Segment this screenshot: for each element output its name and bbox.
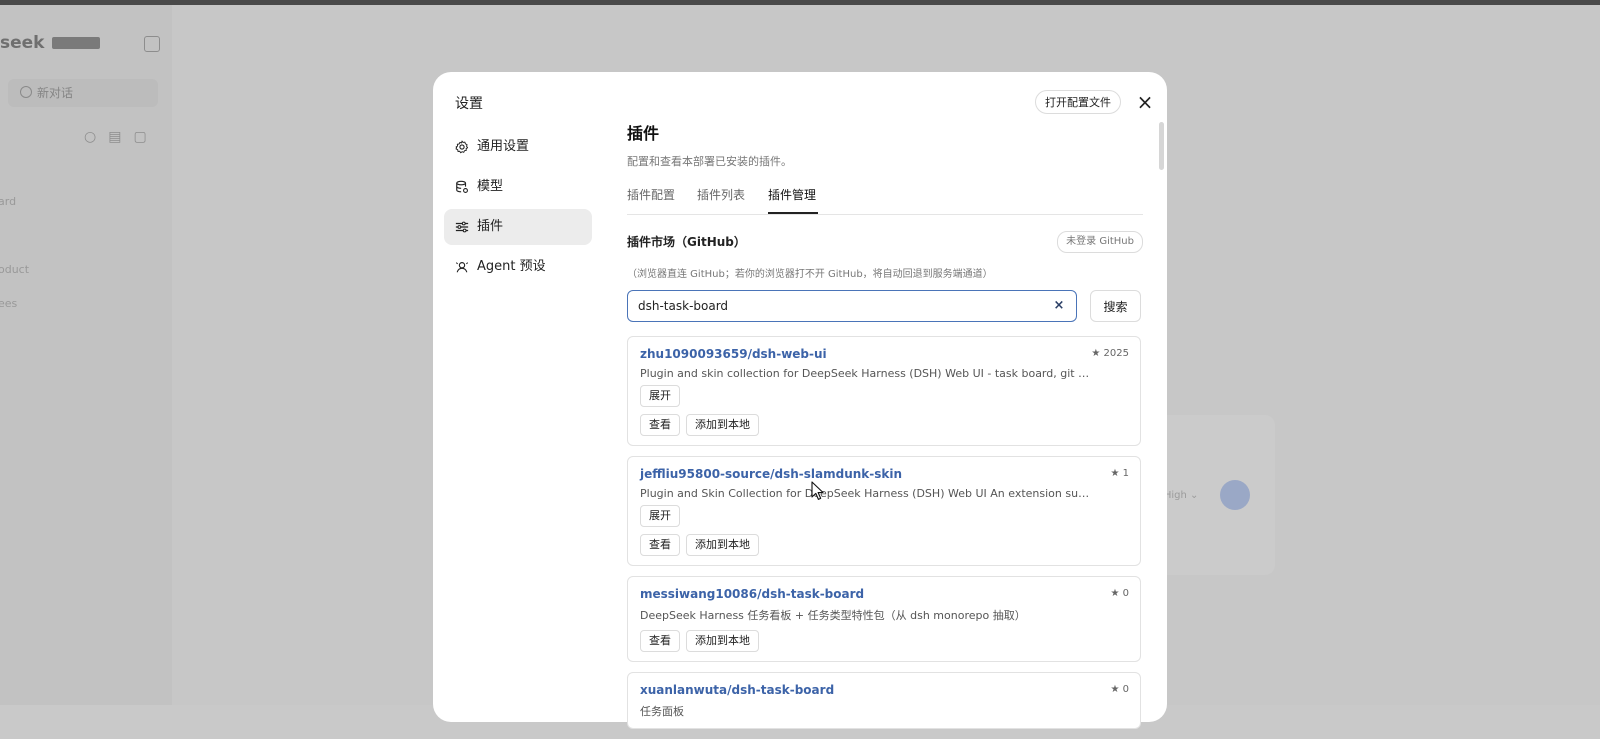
sidebar-fragment: ard (0, 195, 17, 208)
agent-icon (455, 262, 469, 273)
background-send-button (1220, 480, 1250, 510)
new-chat-label: 新对话 (37, 86, 74, 100)
search-results: zhu1090093659/dsh-web-ui ★ 2025 Plugin a… (627, 336, 1143, 729)
modal-title: 设置 (455, 96, 483, 112)
star-count: ★ 0 (1110, 588, 1129, 599)
market-title: 插件市场（GitHub） (627, 235, 746, 249)
result-card: jeffliu95800-source/dsh-slamdunk-skin ★ … (627, 456, 1141, 566)
market-header: 插件市场（GitHub） 未登录 GitHub (627, 231, 1143, 255)
close-icon[interactable]: × (1133, 90, 1157, 114)
database-icon (456, 180, 468, 193)
repo-link[interactable]: zhu1090093659/dsh-web-ui (640, 347, 1128, 361)
nav-label: 插件 (477, 219, 504, 234)
star-count: ★ 1 (1110, 468, 1129, 479)
open-config-button[interactable]: 打开配置文件 (1035, 90, 1121, 114)
repo-link[interactable]: xuanlanwuta/dsh-task-board (640, 683, 1128, 697)
star-count: ★ 0 (1110, 684, 1129, 695)
section-title: 插件 (627, 124, 660, 143)
repo-link[interactable]: messiwang10086/dsh-task-board (640, 587, 1128, 601)
search-input[interactable] (638, 291, 1038, 321)
search-button[interactable]: 搜索 (1090, 290, 1141, 322)
result-card: zhu1090093659/dsh-web-ui ★ 2025 Plugin a… (627, 336, 1141, 446)
repo-description: Plugin and skin collection for DeepSeek … (640, 367, 1090, 380)
view-button[interactable]: 查看 (640, 630, 680, 652)
brand-badge (52, 37, 100, 49)
add-local-button[interactable]: 添加到本地 (686, 534, 759, 556)
nav-item-agent-presets[interactable]: Agent 预设 (444, 249, 592, 285)
sidebar-fragment: ees (0, 297, 18, 310)
repo-description: Plugin and Skin Collection for DeepSeek … (640, 487, 1090, 500)
nav-item-general[interactable]: 通用设置 (444, 129, 592, 165)
new-chat-button: 新对话 (8, 79, 158, 107)
market-note: （浏览器直连 GitHub；若你的浏览器打不开 GitHub，将自动回退到服务端… (627, 269, 993, 280)
nav-label: 模型 (477, 179, 504, 194)
app-sidebar-background: seek 新对话 ○▤▢ ard oduct ees (0, 5, 172, 705)
search-row: × 搜索 (627, 290, 1143, 324)
sidebar-tools: ○▤▢ (84, 129, 159, 145)
nav-item-model[interactable]: 模型 (444, 169, 592, 205)
mouse-cursor-icon (811, 481, 824, 500)
sidebar-fragment: oduct (0, 263, 30, 276)
plus-circle-icon (20, 86, 32, 98)
tab-plugin-manage[interactable]: 插件管理 (768, 186, 816, 203)
star-count: ★ 2025 (1091, 348, 1129, 359)
nav-label: 通用设置 (477, 139, 530, 154)
tab-plugin-config[interactable]: 插件配置 (627, 186, 675, 203)
sidebar-toggle-icon (144, 36, 160, 52)
settings-modal: 设置 打开配置文件 × 通用设置 模型 插件 Agent 预设 插件 配置和查看… (433, 72, 1167, 729)
add-local-button[interactable]: 添加到本地 (686, 630, 759, 652)
view-button[interactable]: 查看 (640, 414, 680, 436)
plugins-content: 插件 配置和查看本部署已安装的插件。 插件配置 插件列表 插件管理 插件市场（G… (627, 120, 1143, 739)
result-card: messiwang10086/dsh-task-board ★ 0 DeepSe… (627, 576, 1141, 662)
settings-nav: 通用设置 模型 插件 Agent 预设 (444, 129, 592, 289)
nav-label: Agent 预设 (477, 259, 546, 274)
expand-button[interactable]: 展开 (640, 505, 680, 527)
modal-scrollbar[interactable] (1159, 122, 1164, 170)
expand-button[interactable]: 展开 (640, 385, 680, 407)
result-card: xuanlanwuta/dsh-task-board ★ 0 任务面板 (627, 672, 1141, 729)
repo-description: 任务面板 (640, 705, 684, 718)
app-brand: seek (0, 33, 45, 53)
repo-link[interactable]: jeffliu95800-source/dsh-slamdunk-skin (640, 467, 1128, 481)
tab-plugin-list[interactable]: 插件列表 (697, 186, 745, 203)
search-box: × (627, 290, 1077, 322)
github-login-badge[interactable]: 未登录 GitHub (1057, 231, 1143, 253)
view-button[interactable]: 查看 (640, 534, 680, 556)
active-tab-indicator (768, 212, 818, 214)
gear-icon (455, 140, 469, 154)
repo-description: DeepSeek Harness 任务看板 + 任务类型特性包（从 dsh mo… (640, 609, 1026, 622)
section-description: 配置和查看本部署已安装的插件。 (627, 155, 792, 168)
sliders-icon (455, 221, 469, 233)
tab-bar: 插件配置 插件列表 插件管理 (627, 186, 1143, 215)
add-local-button[interactable]: 添加到本地 (686, 414, 759, 436)
nav-item-plugins[interactable]: 插件 (444, 209, 592, 245)
clear-icon[interactable]: × (1051, 297, 1067, 315)
